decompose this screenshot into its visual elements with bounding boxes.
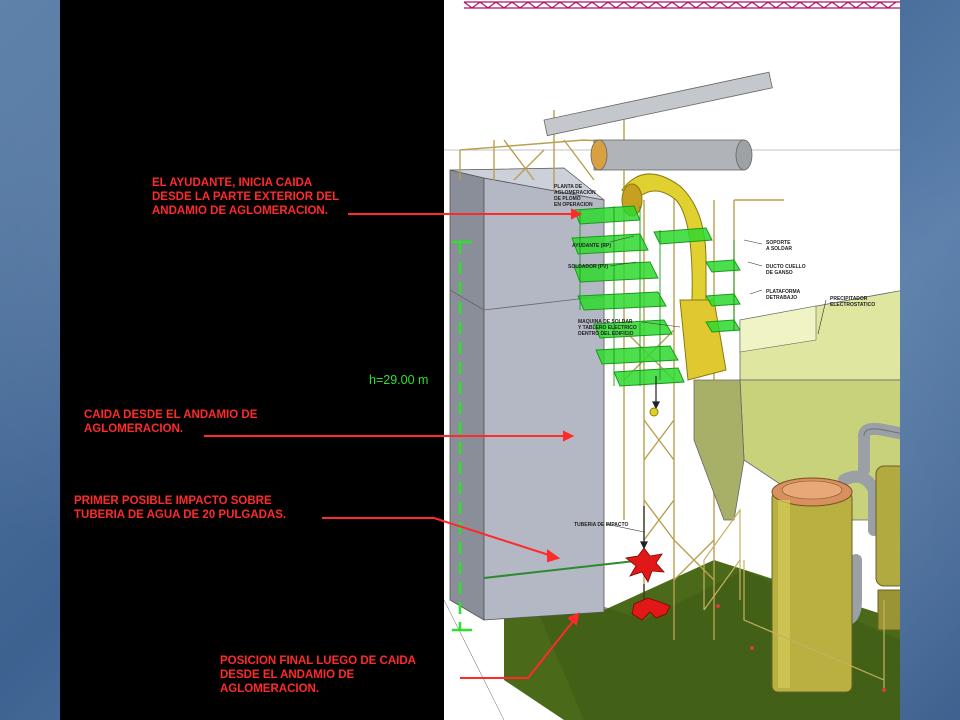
- height-label: h=29.00 m: [369, 373, 429, 387]
- callout-leaders: [204, 208, 583, 679]
- callout-fall-from-scaffold: CAIDA DESDE EL ANDAMIO DE AGLOMERACION.: [84, 409, 258, 435]
- callout-first-impact: PRIMER POSIBLE IMPACTO SOBRE TUBERIA DE …: [74, 495, 287, 521]
- slide: PLANTA DE AGLOMERACION DE PLOMO EN OPERA…: [60, 0, 900, 720]
- callout-helper-fall-start: EL AYUDANTE, INICIA CAIDA DESDE LA PARTE…: [152, 177, 340, 217]
- annotation-overlay: [204, 208, 583, 679]
- callout-final-position: POSICION FINAL LUEGO DE CAIDA DESDE EL A…: [220, 655, 416, 695]
